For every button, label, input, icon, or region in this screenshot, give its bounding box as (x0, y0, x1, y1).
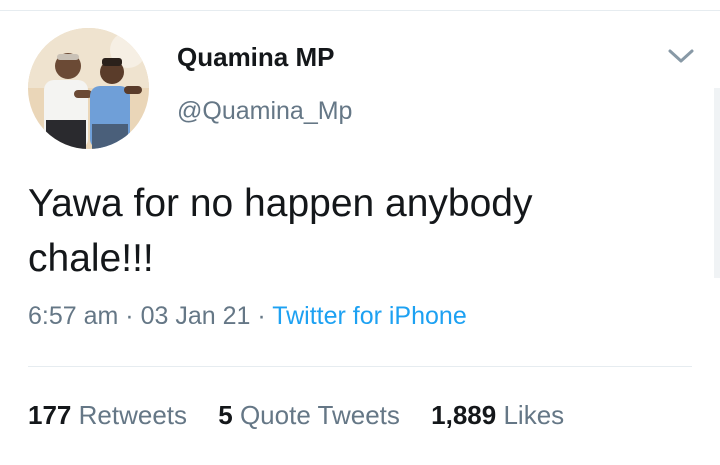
tweet-text-line-1: Yawa for no happen anybody (28, 182, 533, 225)
quote-tweets-stat[interactable]: 5 Quote Tweets (218, 400, 400, 431)
top-divider (0, 10, 720, 11)
quote-tweets-count: 5 (218, 400, 233, 430)
tweet-text: Yawa for no happen anybody chale!!! (28, 176, 688, 286)
retweets-label: Retweets (78, 400, 188, 430)
tweet-time[interactable]: 6:57 am (28, 302, 118, 330)
tweet-detail-card: Quamina MP @Quamina_Mp Yawa for no happe… (0, 0, 720, 465)
likes-label: Likes (503, 400, 565, 430)
meta-separator: · (125, 302, 134, 330)
author-handle[interactable]: @Quamina_Mp (177, 97, 352, 126)
author-name[interactable]: Quamina MP (177, 42, 334, 73)
tweet-menu-button[interactable] (666, 44, 696, 68)
tweet-source-link[interactable]: Twitter for iPhone (272, 302, 467, 330)
retweets-stat[interactable]: 177 Retweets (28, 400, 187, 431)
stats-divider (28, 366, 692, 367)
likes-count: 1,889 (431, 400, 497, 430)
avatar[interactable] (28, 28, 149, 149)
avatar-photo (28, 28, 149, 149)
tweet-meta: 6:57 am · 03 Jan 21 · Twitter for iPhone (28, 302, 467, 331)
tweet-date[interactable]: 03 Jan 21 (141, 302, 251, 330)
meta-separator: · (257, 302, 266, 330)
chevron-down-icon (668, 49, 694, 63)
quote-tweets-label: Quote Tweets (239, 400, 400, 430)
tweet-text-line-2: chale!!! (28, 237, 154, 280)
scroll-edge (714, 88, 720, 278)
likes-stat[interactable]: 1,889 Likes (431, 400, 564, 431)
retweets-count: 177 (28, 400, 72, 430)
tweet-stats: 177 Retweets 5 Quote Tweets 1,889 Likes (28, 400, 588, 431)
